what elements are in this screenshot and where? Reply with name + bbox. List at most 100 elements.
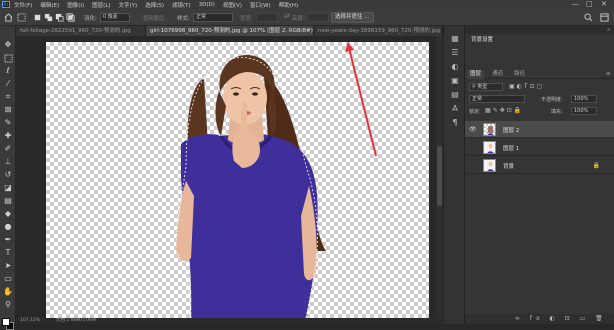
- blur-tool-icon[interactable]: ◆: [3, 209, 13, 219]
- adjustments-icon[interactable]: ◐: [450, 62, 460, 72]
- minimize-button[interactable]: —: [572, 0, 579, 9]
- menu-layer[interactable]: 图层(L): [92, 1, 110, 9]
- crop-tool-icon[interactable]: ⌗: [3, 92, 13, 102]
- gradient-tool-icon[interactable]: ▤: [3, 196, 13, 206]
- shape-tool-icon[interactable]: ▭: [3, 274, 13, 284]
- antialias-checkbox[interactable]: 消除锯齿: [142, 14, 164, 22]
- eyedropper-tool-icon[interactable]: ✎: [3, 118, 13, 128]
- scrollbar-thumb[interactable]: [437, 146, 442, 206]
- home-icon[interactable]: [4, 13, 13, 22]
- options-bar: 羽化: 0 像素 消除锯齿 样式: 正常 宽度: ⇄ 高度: 选择并遮住 ...: [0, 9, 614, 26]
- height-input[interactable]: [307, 13, 329, 22]
- layer-name[interactable]: 背景: [503, 162, 514, 170]
- status-bar: 107.12% 文档:1.98M/5.06M: [16, 318, 443, 324]
- filter-type-icons[interactable]: ▣◐T⊡▢: [509, 83, 544, 90]
- annotation-arrow: [348, 47, 377, 157]
- layer-actions-icons[interactable]: ∞ fx ◐ ⊡ ▭ 🗑: [515, 315, 607, 322]
- menu-filter[interactable]: 滤镜(T): [172, 1, 191, 9]
- visibility-eye-icon[interactable]: 👁: [469, 126, 477, 133]
- intersect-selection-icon[interactable]: [66, 13, 75, 22]
- fill-input[interactable]: 100%: [571, 107, 597, 115]
- menu-type[interactable]: 文字(Y): [119, 1, 138, 9]
- width-input[interactable]: [256, 13, 278, 22]
- history-brush-tool-icon[interactable]: ↺: [3, 170, 13, 180]
- maximize-button[interactable]: □: [586, 0, 593, 9]
- layer-row[interactable]: 背景 🔒: [465, 157, 614, 174]
- lock-icon: 🔒: [592, 162, 600, 169]
- close-window-button[interactable]: ✕: [601, 0, 607, 9]
- pen-tool-icon[interactable]: ✒: [3, 235, 13, 245]
- dodge-tool-icon[interactable]: ●: [3, 222, 13, 232]
- layer-name[interactable]: 图层 2: [503, 126, 519, 134]
- panel-title: 背景设置: [471, 37, 494, 43]
- layer-row[interactable]: 图层 1: [465, 139, 614, 156]
- healing-brush-tool-icon[interactable]: ✚: [3, 131, 13, 141]
- properties-icon[interactable]: ☰: [450, 48, 460, 58]
- photoshop-logo-icon: Ps: [2, 1, 10, 8]
- blend-mode-select[interactable]: 正常: [469, 95, 525, 103]
- frame-tool-icon[interactable]: ⊠: [3, 105, 13, 115]
- menu-window[interactable]: 窗口(W): [250, 1, 271, 9]
- add-selection-icon[interactable]: [44, 13, 53, 22]
- panel-menu-icon[interactable]: ≡: [603, 70, 614, 79]
- style-label: 样式:: [177, 16, 190, 22]
- menu-edit[interactable]: 编辑(E): [40, 1, 59, 9]
- hand-tool-icon[interactable]: ✋: [3, 287, 13, 297]
- paragraph-icon[interactable]: ¶: [450, 118, 460, 128]
- tab-channels[interactable]: 通道: [489, 70, 506, 79]
- zoom-level[interactable]: 107.12%: [20, 318, 40, 324]
- vertical-scrollbar[interactable]: [436, 36, 443, 318]
- marquee-tool-preset-icon[interactable]: [17, 13, 26, 22]
- filter-row: ⚲ 类型 ▣◐T⊡▢: [465, 82, 614, 92]
- tab-paths[interactable]: 路径: [511, 70, 528, 79]
- brush-tool-icon[interactable]: ✐: [3, 144, 13, 154]
- type-tool-icon[interactable]: T: [3, 248, 13, 258]
- clone-stamp-tool-icon[interactable]: ⊥: [3, 157, 13, 167]
- select-and-mask-button[interactable]: 选择并遮住 ...: [331, 12, 374, 23]
- panel-tabs: 图层 通道 路径 ≡: [465, 70, 614, 79]
- zoom-tool-icon[interactable]: ⚲: [3, 300, 13, 310]
- panel-header: »: [465, 26, 614, 34]
- menu-select[interactable]: 选择(S): [145, 1, 164, 9]
- eraser-tool-icon[interactable]: ◪: [3, 183, 13, 193]
- menu-file[interactable]: 文件(F): [14, 1, 32, 9]
- blend-row: 正常 不透明度: 100%: [465, 94, 614, 104]
- menu-view[interactable]: 视图(V): [223, 1, 242, 9]
- layer-name[interactable]: 图层 1: [503, 144, 519, 152]
- style-select[interactable]: 正常: [193, 13, 233, 22]
- doc-tab[interactable]: fall-foliage-2822591_960_720-预测的.jpg: [16, 26, 146, 36]
- photo-layer-image: [175, 42, 377, 318]
- tab-layers[interactable]: 图层: [467, 70, 485, 79]
- lock-row: 锁定: ▦✎✥⊡🔒 填充: 100%: [465, 106, 614, 116]
- foreground-color-swatch[interactable]: [2, 318, 10, 326]
- layers-panel: » 背景设置 图层 通道 路径 ≡ ⚲ 类型 ▣◐T⊡▢ 正常 不透明度: 10…: [465, 26, 614, 324]
- menu-3d[interactable]: 3D(D): [199, 2, 215, 8]
- magic-wand-tool-icon[interactable]: ⁄: [3, 79, 13, 89]
- menu-image[interactable]: 图像(I): [67, 1, 84, 9]
- path-selection-tool-icon[interactable]: ➤: [3, 261, 13, 271]
- new-selection-icon[interactable]: [33, 13, 42, 22]
- history-icon[interactable]: ▦: [450, 34, 460, 44]
- move-tool-icon[interactable]: ✥: [3, 40, 13, 50]
- marquee-tool-icon[interactable]: [3, 53, 13, 63]
- layer-row[interactable]: 👁 图层 2: [465, 121, 614, 138]
- subtract-selection-icon[interactable]: [55, 13, 64, 22]
- lock-options-icons[interactable]: ▦✎✥⊡🔒: [485, 107, 523, 114]
- doc-tab[interactable]: new-years-day-3898159_960_720-预测的.jpg: [314, 26, 443, 36]
- search-icon[interactable]: [584, 13, 593, 22]
- workspace-icon[interactable]: [600, 13, 609, 22]
- layer-thumbnail: [483, 159, 496, 172]
- opacity-input[interactable]: 100%: [571, 95, 597, 103]
- menu-help[interactable]: 帮助(H): [279, 1, 298, 9]
- swap-icon[interactable]: ⇄: [284, 12, 290, 20]
- filter-kind-select[interactable]: ⚲ 类型: [469, 83, 503, 91]
- collapse-panel-icon[interactable]: »: [607, 26, 610, 34]
- feather-label: 羽化:: [84, 16, 97, 22]
- character-icon[interactable]: A: [450, 104, 460, 114]
- swatches-icon[interactable]: ▤: [450, 90, 460, 100]
- feather-input[interactable]: 0 像素: [100, 13, 130, 22]
- libraries-icon[interactable]: ▣: [450, 76, 460, 86]
- lasso-tool-icon[interactable]: ℓ: [3, 66, 13, 76]
- canvas-area[interactable]: [16, 36, 443, 318]
- doc-tab-active[interactable]: girl-1076998_960_720-预测的.jpg @ 107% (图层 …: [146, 26, 314, 36]
